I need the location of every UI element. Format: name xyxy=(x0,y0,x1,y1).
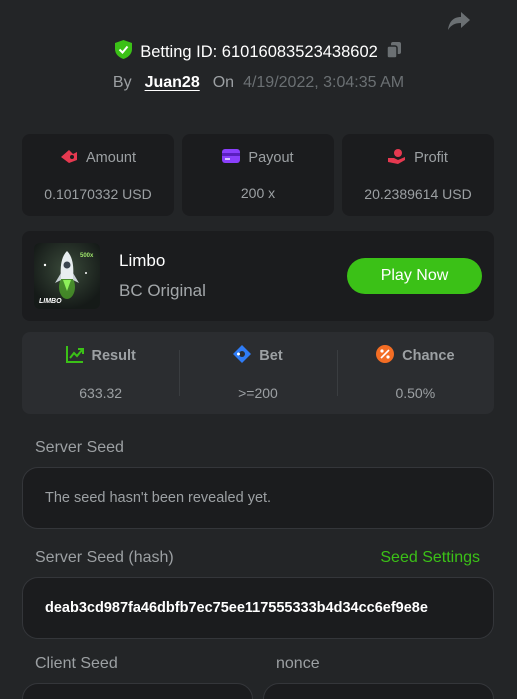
copy-icon[interactable] xyxy=(386,41,402,64)
client-seed-label: Client Seed xyxy=(35,655,118,672)
bet-icon xyxy=(233,345,252,367)
server-seed-hash-field[interactable]: deab3cd987fa46dbfb7ec75ee117555333b4d34c… xyxy=(22,577,494,639)
betting-id-row: Betting ID: 61016083523438602 xyxy=(0,40,517,64)
betting-id: Betting ID: 61016083523438602 xyxy=(140,42,378,61)
bet-stats: Amount 0.10170332 USD Payout 200 x Profi… xyxy=(22,134,494,216)
chance-value: 0.50% xyxy=(395,385,436,401)
amount-value: 0.10170332 USD xyxy=(44,186,152,202)
bet-cell: Bet >=200 xyxy=(179,332,336,414)
amount-icon xyxy=(60,148,78,168)
thumb-title: LIMBO xyxy=(39,298,62,305)
result-panel: Result 633.32 Bet >=200 Chance 0.50% xyxy=(22,332,494,414)
on-label: On xyxy=(212,74,235,91)
nonce-field[interactable] xyxy=(263,683,494,699)
by-label: By xyxy=(112,74,132,91)
verified-shield-icon xyxy=(115,40,133,64)
server-seed-hash-label: Server Seed (hash) xyxy=(35,549,174,566)
client-seed-field[interactable] xyxy=(22,683,253,699)
chance-label: Chance xyxy=(402,348,455,364)
result-icon xyxy=(65,345,84,367)
result-label: Result xyxy=(91,348,136,364)
server-seed-field: The seed hasn't been revealed yet. xyxy=(22,467,494,529)
payout-icon xyxy=(222,149,241,167)
profit-value: 20.2389614 USD xyxy=(364,186,472,202)
payout-label: Payout xyxy=(248,150,294,166)
result-value: 633.32 xyxy=(79,384,123,401)
server-seed-label: Server Seed xyxy=(35,439,124,456)
seed-settings-link[interactable]: Seed Settings xyxy=(380,549,480,567)
bet-header: Betting ID: 61016083523438602 By Juan28 … xyxy=(0,40,517,92)
payout-card: Payout 200 x xyxy=(182,134,334,216)
chance-icon xyxy=(376,345,395,367)
amount-label: Amount xyxy=(86,150,136,166)
user-link[interactable]: Juan28 xyxy=(145,74,200,92)
game-card: 500x LIMBO Limbo BC Original Play Now xyxy=(22,231,494,321)
amount-card: Amount 0.10170332 USD xyxy=(22,134,174,216)
bet-value: >=200 xyxy=(238,385,278,401)
share-icon[interactable] xyxy=(447,9,471,31)
payout-value: 200 x xyxy=(240,185,276,201)
game-name: Limbo xyxy=(119,251,166,270)
game-subtitle: BC Original xyxy=(119,281,206,300)
bet-label: Bet xyxy=(259,348,283,364)
nonce-label: nonce xyxy=(276,655,320,672)
profit-label: Profit xyxy=(414,150,448,166)
thumb-badge: 500x xyxy=(80,253,94,259)
play-now-button[interactable]: Play Now xyxy=(347,258,482,294)
profit-card: Profit 20.2389614 USD xyxy=(342,134,494,216)
result-cell: Result 633.32 xyxy=(22,332,179,414)
chance-cell: Chance 0.50% xyxy=(336,332,494,414)
profit-icon xyxy=(388,148,406,168)
bet-date: 4/19/2022, 3:04:35 AM xyxy=(243,74,405,91)
bet-meta-row: By Juan28 On 4/19/2022, 3:04:35 AM xyxy=(0,74,517,92)
game-thumbnail[interactable]: 500x LIMBO xyxy=(34,243,100,309)
